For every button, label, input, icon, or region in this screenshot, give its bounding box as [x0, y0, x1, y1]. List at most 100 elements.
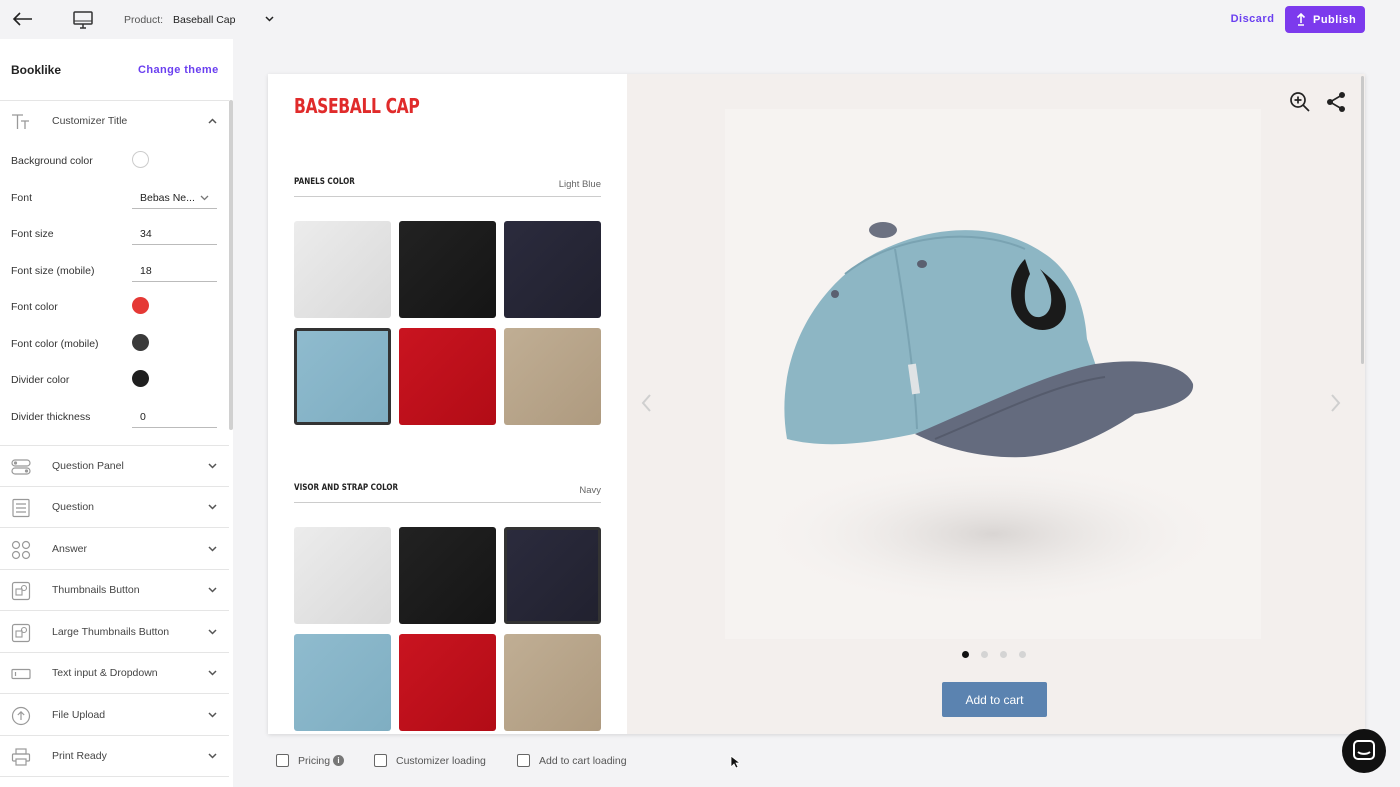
product-label: Product:: [124, 14, 164, 26]
desktop-icon[interactable]: [72, 10, 94, 30]
section-label: Question: [52, 501, 95, 513]
printer-icon: [11, 747, 31, 767]
font-select-value: Bebas Ne...: [140, 192, 195, 204]
prop-font-color: Font color: [0, 290, 229, 326]
swatch-tan[interactable]: [504, 328, 601, 425]
gallery-dot[interactable]: [981, 651, 988, 658]
checkbox-box[interactable]: [374, 754, 387, 767]
chevron-down-icon: [208, 753, 217, 759]
section-answer[interactable]: Answer: [0, 529, 229, 570]
section-question[interactable]: Question: [0, 487, 229, 528]
chevron-down-icon: [208, 504, 217, 510]
info-icon[interactable]: i: [333, 755, 344, 766]
swatch-red[interactable]: [399, 328, 496, 425]
previous-image-arrow-icon[interactable]: [639, 392, 655, 414]
swatch-light-blue[interactable]: [294, 328, 391, 425]
product-select[interactable]: Baseball Cap: [173, 11, 278, 29]
section-question-panel[interactable]: Question Panel: [0, 446, 229, 487]
section-label: Large Thumbnails Button: [52, 626, 170, 638]
chevron-down-icon: [208, 670, 217, 676]
chevron-down-icon: [208, 587, 217, 593]
swatch-black[interactable]: [399, 527, 496, 624]
add-to-cart-loading-checkbox[interactable]: Add to cart loading: [517, 754, 637, 768]
checkbox-box[interactable]: [276, 754, 289, 767]
list-lines-icon: [11, 498, 31, 518]
question-selected-value: Navy: [579, 485, 601, 496]
typography-icon: [11, 112, 31, 132]
font-color-mobile-swatch[interactable]: [132, 334, 149, 351]
font-size-mobile-input[interactable]: 18: [132, 254, 217, 282]
image-square-icon: [11, 623, 31, 643]
prop-label: Divider thickness: [11, 411, 91, 423]
section-large-thumbnails-button[interactable]: Large Thumbnails Button: [0, 612, 229, 653]
prop-label: Divider color: [11, 374, 70, 386]
prop-label: Font size: [11, 228, 54, 240]
next-image-arrow-icon[interactable]: [1327, 392, 1343, 414]
divider-thickness-input[interactable]: 0: [132, 400, 217, 428]
swatch-white[interactable]: [294, 221, 391, 318]
top-bar: Product: Baseball Cap Discard Publish: [0, 0, 1400, 39]
checkbox-box[interactable]: [517, 754, 530, 767]
section-label: Print Ready: [52, 750, 107, 762]
share-icon[interactable]: [1325, 91, 1347, 113]
publish-button[interactable]: Publish: [1285, 6, 1365, 33]
prop-divider-color: Divider color: [0, 363, 229, 399]
chevron-down-icon: [208, 463, 217, 469]
product-select-value: Baseball Cap: [173, 14, 236, 26]
swatch-light-blue[interactable]: [294, 634, 391, 731]
divider-color-swatch[interactable]: [132, 370, 149, 387]
publish-label: Publish: [1313, 14, 1357, 26]
font-select[interactable]: Bebas Ne...: [132, 181, 217, 209]
toggle-panel-icon: [11, 457, 31, 477]
add-to-cart-button[interactable]: Add to cart: [942, 682, 1047, 717]
font-size-input[interactable]: 34: [132, 217, 217, 245]
font-size-mobile-value: 18: [140, 265, 152, 277]
chevron-down-icon: [208, 712, 217, 718]
upload-arrow-icon: [1296, 13, 1306, 26]
swatch-red[interactable]: [399, 634, 496, 731]
discard-button[interactable]: Discard: [1225, 8, 1280, 30]
gallery-dot[interactable]: [962, 651, 969, 658]
product-image-area: [627, 74, 1365, 734]
product-image: [725, 109, 1261, 639]
prop-label: Background color: [11, 155, 93, 167]
swatch-navy[interactable]: [504, 527, 601, 624]
back-arrow-icon[interactable]: [12, 10, 34, 28]
swatch-tan[interactable]: [504, 634, 601, 731]
section-file-upload[interactable]: File Upload: [0, 695, 229, 736]
prop-label: Font color: [11, 301, 58, 313]
section-label: Thumbnails Button: [52, 584, 140, 596]
section-label: Question Panel: [52, 460, 124, 472]
section-label: File Upload: [52, 709, 106, 721]
section-print-ready[interactable]: Print Ready: [0, 736, 229, 777]
question-title: PANELS COLOR: [294, 177, 355, 187]
prop-font-color-mobile: Font color (mobile): [0, 327, 229, 363]
image-square-icon: [11, 581, 31, 601]
background-color-swatch[interactable]: [132, 151, 149, 168]
font-color-swatch[interactable]: [132, 297, 149, 314]
gallery-dot[interactable]: [1019, 651, 1026, 658]
chat-support-button[interactable]: [1342, 729, 1386, 773]
prop-font: Font Bebas Ne...: [0, 181, 229, 217]
section-text-input-dropdown[interactable]: Text input & Dropdown: [0, 653, 229, 694]
question-visor-strap-color: VISOR AND STRAP COLOR Navy: [294, 479, 601, 503]
swatch-navy[interactable]: [504, 221, 601, 318]
chevron-down-icon: [208, 629, 217, 635]
change-theme-link[interactable]: Change theme: [138, 64, 219, 76]
section-thumbnails-button[interactable]: Thumbnails Button: [0, 570, 229, 611]
customizer-loading-checkbox[interactable]: Customizer loading: [374, 754, 494, 768]
section-customizer-title[interactable]: Customizer Title: [0, 101, 229, 142]
zoom-in-icon[interactable]: [1289, 91, 1311, 113]
prop-divider-thickness: Divider thickness 0: [0, 400, 229, 436]
baseball-cap-image: [753, 222, 1233, 609]
section-label: Answer: [52, 543, 88, 555]
section-label: Text input & Dropdown: [52, 667, 158, 679]
preview-scrollbar[interactable]: [1361, 76, 1364, 364]
pricing-checkbox[interactable]: Pricing i: [276, 754, 346, 768]
divider-thickness-value: 0: [140, 411, 146, 423]
panel-scrollbar[interactable]: [229, 100, 233, 430]
chat-icon: [1353, 740, 1375, 760]
gallery-dot[interactable]: [1000, 651, 1007, 658]
swatch-black[interactable]: [399, 221, 496, 318]
swatch-white[interactable]: [294, 527, 391, 624]
